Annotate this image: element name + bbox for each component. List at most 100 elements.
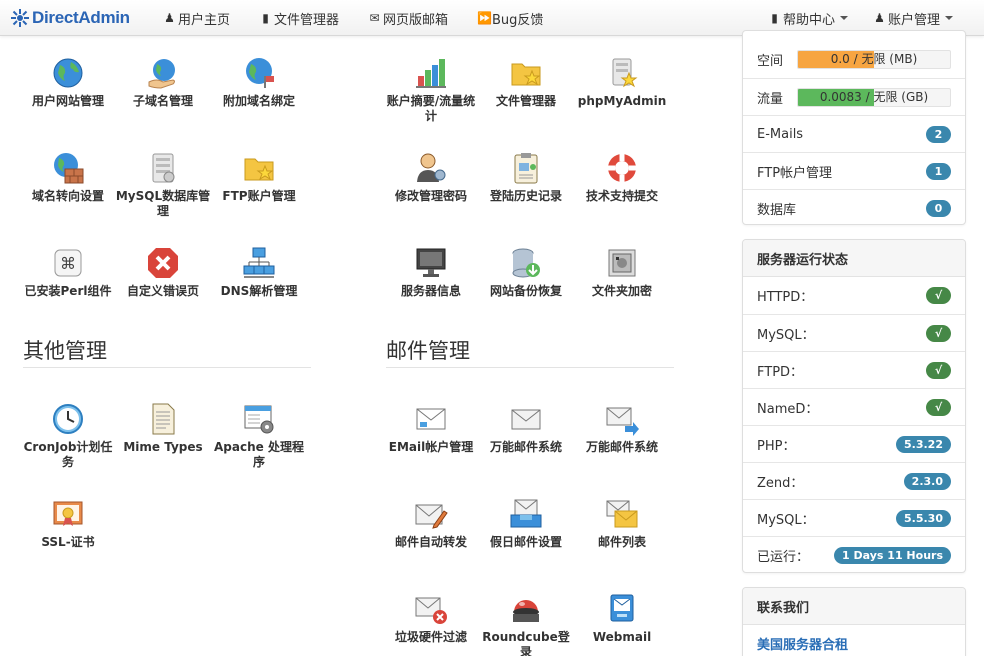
status-label: MySQL： <box>757 327 815 343</box>
traffic-progress-text: 0.0083 / 无限 (GB) <box>819 90 929 104</box>
status-label: MySQL： <box>757 512 815 528</box>
grid-item-error-pages[interactable]: 自定义错误页 <box>115 246 211 299</box>
status-badge: √ <box>926 325 951 342</box>
grid-label: phpMyAdmin <box>577 94 667 108</box>
server-star-icon <box>612 58 638 88</box>
grid-item-user-site[interactable]: 用户网站管理 <box>20 56 116 109</box>
grid-item-apache[interactable]: Apache 处理程序 <box>211 402 307 470</box>
section-divider <box>23 367 311 368</box>
document-icon <box>152 403 175 435</box>
grid-item-dns[interactable]: DNS解析管理 <box>211 246 307 299</box>
grid-item-mysql[interactable]: MySQL数据库管理 <box>115 151 211 219</box>
grid-item-vacation[interactable]: 假日邮件设置 <box>478 497 574 550</box>
grid-item-mailing-lists[interactable]: 邮件列表 <box>574 497 670 550</box>
usage-row-databases[interactable]: 数据库 0 <box>743 189 965 224</box>
grid-item-mime-types[interactable]: Mime Types <box>115 402 211 455</box>
uptime-badge: 1 Days 11 Hours <box>834 547 951 564</box>
brand[interactable]: DirectAdmin <box>10 6 130 30</box>
grid-item-spam-filter[interactable]: 垃圾硬件过滤 <box>383 592 479 645</box>
grid-label: 自定义错误页 <box>126 284 199 298</box>
status-row: 已运行： 1 Days 11 Hours <box>743 536 965 572</box>
status-row: MySQL： √ <box>743 314 965 351</box>
count-badge: 0 <box>926 200 951 217</box>
grid-label: 网站备份恢复 <box>489 284 562 298</box>
chevron-down-icon <box>945 16 954 20</box>
nav-webmail[interactable]: ✉ 网页版邮箱 <box>368 0 448 36</box>
grid-item-roundcube[interactable]: Roundcube登录 <box>478 592 574 656</box>
grid-label: 垃圾硬件过滤 <box>394 630 467 644</box>
grid-item-webmail[interactable]: Webmail <box>574 592 670 645</box>
space-progress-bar: 0.0 / 无限 (MB) <box>797 50 951 69</box>
traffic-progress-bar: 0.0083 / 无限 (GB) <box>797 88 951 107</box>
grid-item-backup[interactable]: 网站备份恢复 <box>478 246 574 299</box>
grid-item-forwarders[interactable]: 邮件自动转发 <box>383 497 479 550</box>
nav-home[interactable]: ♟ 用户主页 <box>163 0 230 36</box>
svg-text:⌘: ⌘ <box>60 254 76 273</box>
usage-row-emails[interactable]: E-Mails 2 <box>743 115 965 152</box>
command-key-icon: ⌘ <box>54 249 82 277</box>
grid-label: Mime Types <box>123 440 203 454</box>
grid-item-login-history[interactable]: 登陆历史记录 <box>478 151 574 204</box>
envelope-pen-icon <box>415 504 448 529</box>
grid-item-email-accounts[interactable]: EMail帐户管理 <box>383 402 479 455</box>
version-badge: 5.5.30 <box>896 510 951 527</box>
grid-label: 万能邮件系统 <box>489 440 562 454</box>
grid-label: EMail帐户管理 <box>388 440 474 454</box>
grid-label: 服务器信息 <box>400 284 461 298</box>
grid-item-mail-system[interactable]: 万能邮件系统 <box>574 402 670 455</box>
panel-title: 服务器运行状态 <box>743 240 965 277</box>
grid-item-file-manager[interactable]: 文件管理器 <box>478 56 574 109</box>
envelope-icon: ✉ <box>369 10 380 25</box>
nav-webmail-label: 网页版邮箱 <box>383 12 449 28</box>
grid-item-change-password[interactable]: 修改管理密码 <box>383 151 479 204</box>
grid-label: 邮件自动转发 <box>394 535 467 549</box>
grid-label: CronJob计划任务 <box>23 440 113 469</box>
section-title-mail: 邮件管理 <box>386 339 470 363</box>
globe-flag-icon <box>246 58 274 88</box>
grid-label: 文件管理器 <box>495 94 556 108</box>
brand-name: DirectAdmin <box>32 8 130 27</box>
grid-label: 用户网站管理 <box>31 94 104 108</box>
grid-label: SSL-证书 <box>41 535 95 549</box>
grid-item-ssl[interactable]: SSL-证书 <box>20 497 116 550</box>
status-badge: √ <box>926 362 951 379</box>
grid-item-server-info[interactable]: 服务器信息 <box>383 246 479 299</box>
status-row: NameD： √ <box>743 388 965 425</box>
file-icon: ▮ <box>262 10 269 25</box>
usage-row-space: 空间 0.0 / 无限 (MB) <box>743 41 965 78</box>
nav-file-manager[interactable]: ▮ 文件管理器 <box>259 0 339 36</box>
grid-label: FTP账户管理 <box>222 189 296 203</box>
grid-label: 域名转向设置 <box>31 189 104 203</box>
section-divider <box>386 367 674 368</box>
panel-title: 联系我们 <box>743 588 965 625</box>
grid-item-phpmyadmin[interactable]: phpMyAdmin <box>574 56 670 109</box>
grid-label: 附加域名绑定 <box>222 94 295 108</box>
usage-label: E-Mails <box>757 126 804 142</box>
grid-item-catchall[interactable]: 万能邮件系统 <box>478 402 574 455</box>
grid-item-folder-protect[interactable]: 文件夹加密 <box>574 246 670 299</box>
grid-item-subdomain[interactable]: 子域名管理 <box>115 56 211 109</box>
envelope-icon <box>511 409 541 430</box>
contact-link[interactable]: 美国服务器合租 <box>757 634 848 653</box>
globe-icon <box>53 58 83 88</box>
grid-label: 修改管理密码 <box>394 189 467 203</box>
grid-item-support[interactable]: 技术支持提交 <box>574 151 670 204</box>
grid-label: 已安装Perl组件 <box>24 284 112 298</box>
grid-item-stats[interactable]: 账户摘要/流量统计 <box>383 56 479 124</box>
grid-item-addon-domain[interactable]: 附加域名绑定 <box>211 56 307 109</box>
status-badge: √ <box>926 399 951 416</box>
grid-item-ftp[interactable]: FTP账户管理 <box>211 151 307 204</box>
monitor-icon <box>416 248 446 277</box>
user-icon: ♟ <box>164 10 175 25</box>
grid-label: Apache 处理程序 <box>214 440 304 469</box>
grid-label: 账户摘要/流量统计 <box>386 94 476 123</box>
grid-item-cronjob[interactable]: CronJob计划任务 <box>20 402 116 470</box>
envelopes-icon <box>606 500 638 528</box>
database-server-icon <box>152 153 175 183</box>
bar-chart-icon <box>416 59 446 88</box>
nav-files-label: 文件管理器 <box>274 12 340 28</box>
nav-bug-report[interactable]: ⏩ Bug反馈 <box>477 0 543 36</box>
grid-item-domain-redirect[interactable]: 域名转向设置 <box>20 151 116 204</box>
usage-row-ftp[interactable]: FTP帐户管理 1 <box>743 152 965 189</box>
grid-item-perl[interactable]: ⌘ 已安装Perl组件 <box>20 246 116 299</box>
